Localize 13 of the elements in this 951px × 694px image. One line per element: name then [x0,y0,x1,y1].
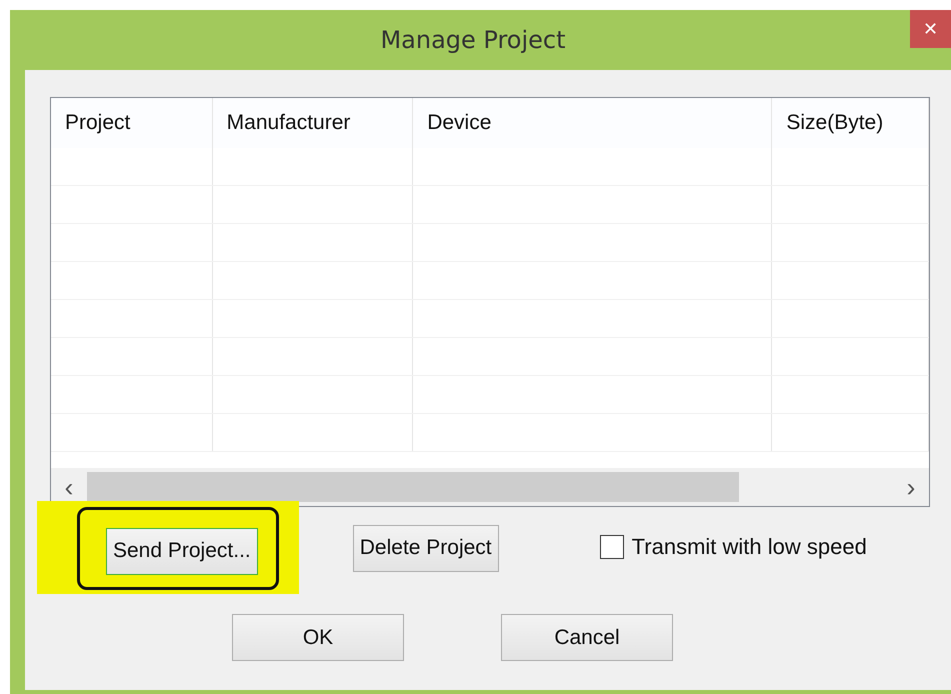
horizontal-scrollbar[interactable]: ‹ › [51,468,929,506]
checkbox-label: Transmit with low speed [632,534,867,560]
action-button[interactable]: Send Project... [106,528,258,574]
checkbox[interactable] [600,535,624,559]
dialog-button[interactable]: Cancel [501,614,673,661]
scroll-right-arrow[interactable]: › [893,472,929,502]
action-button[interactable]: Delete Project [352,524,499,572]
dialog-button[interactable]: OK [232,614,404,661]
scroll-left-arrow[interactable]: ‹ [51,472,87,502]
window-title: Manage Project [380,26,566,54]
scrollbar-thumb[interactable] [87,472,739,502]
column-header[interactable]: Manufacturer [212,98,414,148]
close-button[interactable]: ✕ [910,10,951,48]
